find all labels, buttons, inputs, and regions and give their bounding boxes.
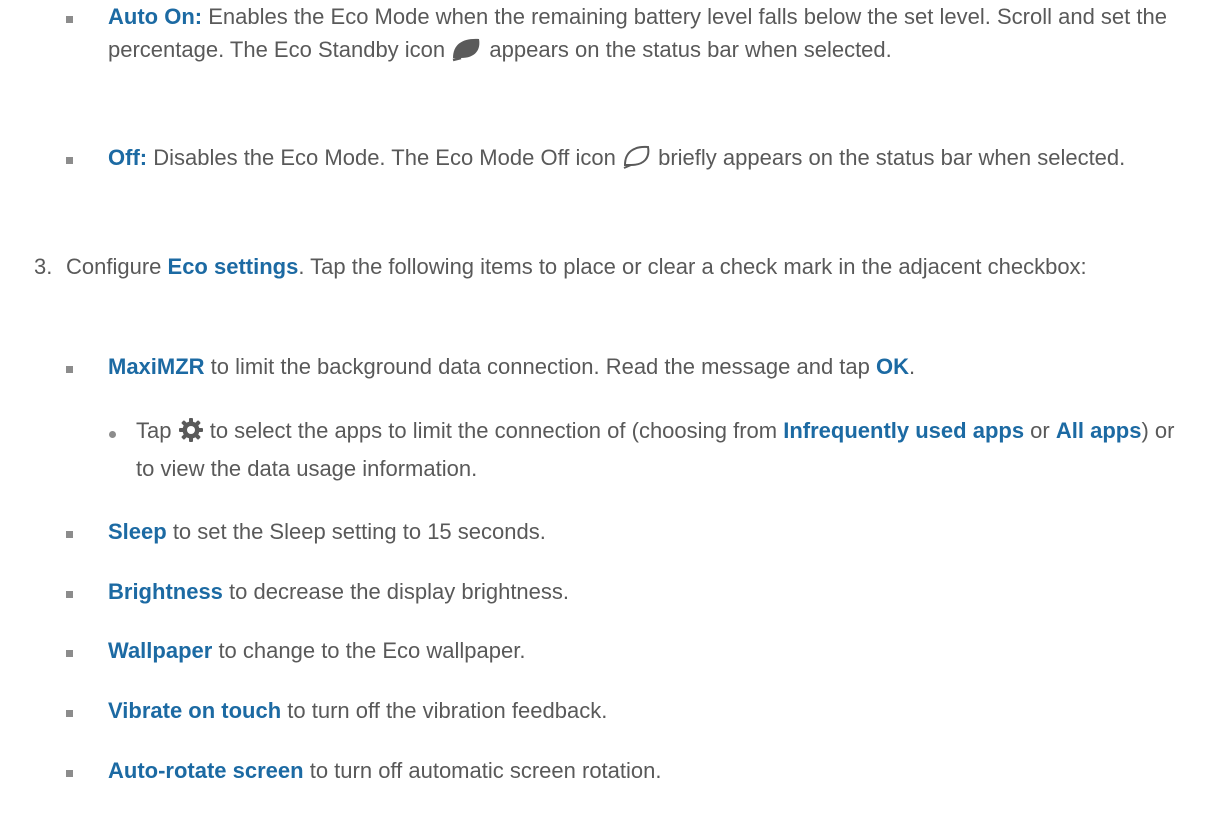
auto-on-text-b: appears on the status bar when selected. xyxy=(483,37,892,62)
item-text: to set the Sleep setting to 15 seconds. xyxy=(166,519,546,544)
list-item: Brightness to decrease the display brigh… xyxy=(108,575,569,608)
maximzr-item: MaxiMZR to limit the background data con… xyxy=(108,350,1208,383)
bullet-square xyxy=(66,591,73,598)
ok-label: OK xyxy=(876,354,909,379)
auto-on-label: Auto On: xyxy=(108,4,203,29)
item-label: Auto-rotate screen xyxy=(108,758,304,783)
item-label: Brightness xyxy=(108,579,223,604)
bullet-square xyxy=(66,366,73,373)
eco-standby-leaf-icon xyxy=(451,36,483,71)
bullet-square xyxy=(66,157,73,164)
maximzr-sub-text-b: to select the apps to limit the connecti… xyxy=(203,418,784,443)
bullet-square xyxy=(66,531,73,538)
list-item: Wallpaper to change to the Eco wallpaper… xyxy=(108,634,525,667)
maximzr-text-a: to limit the background data connection.… xyxy=(204,354,876,379)
bullet-square xyxy=(66,710,73,717)
eco-mode-off-leaf-icon xyxy=(622,144,652,179)
maximzr-text-b: . xyxy=(909,354,916,379)
bullet-dot xyxy=(109,431,116,438)
bullet-square xyxy=(66,650,73,657)
auto-on-item: Auto On: Enables the Eco Mode when the r… xyxy=(108,0,1198,71)
maximzr-label: MaxiMZR xyxy=(108,354,205,379)
all-apps-label: All apps xyxy=(1055,418,1142,443)
list-item: Auto-rotate screen to turn off automatic… xyxy=(108,754,662,787)
off-label: Off: xyxy=(108,145,148,170)
item-text: to decrease the display brightness. xyxy=(222,579,570,604)
maximzr-subitem: Tap to select the apps to limit the conn… xyxy=(136,414,1196,485)
list-item: Vibrate on touch to turn off the vibrati… xyxy=(108,694,607,727)
step-number: 3. xyxy=(34,254,53,279)
eco-settings-label: Eco settings xyxy=(167,254,299,279)
item-label: Wallpaper xyxy=(108,638,213,663)
off-item: Off: Disables the Eco Mode. The Eco Mode… xyxy=(108,141,1198,179)
maximzr-sub-text-c: or xyxy=(1024,418,1056,443)
step-3-text-a: Configure xyxy=(66,254,168,279)
infrequently-used-apps-label: Infrequently used apps xyxy=(783,418,1025,443)
list-item: Sleep to set the Sleep setting to 15 sec… xyxy=(108,515,546,548)
item-text: to change to the Eco wallpaper. xyxy=(212,638,526,663)
item-label: Vibrate on touch xyxy=(108,698,282,723)
item-text: to turn off the vibration feedback. xyxy=(281,698,608,723)
bullet-square xyxy=(66,16,73,23)
item-label: Sleep xyxy=(108,519,167,544)
step-3-text: Configure Eco settings. Tap the followin… xyxy=(66,250,1176,283)
step-3-text-b: . Tap the following items to place or cl… xyxy=(298,254,1087,279)
bullet-square xyxy=(66,770,73,777)
item-text: to turn off automatic screen rotation. xyxy=(303,758,662,783)
off-text-a: Disables the Eco Mode. The Eco Mode Off … xyxy=(147,145,622,170)
maximzr-sub-text-a: Tap xyxy=(136,418,178,443)
gear-icon xyxy=(178,417,204,452)
off-text-b: briefly appears on the status bar when s… xyxy=(651,145,1126,170)
